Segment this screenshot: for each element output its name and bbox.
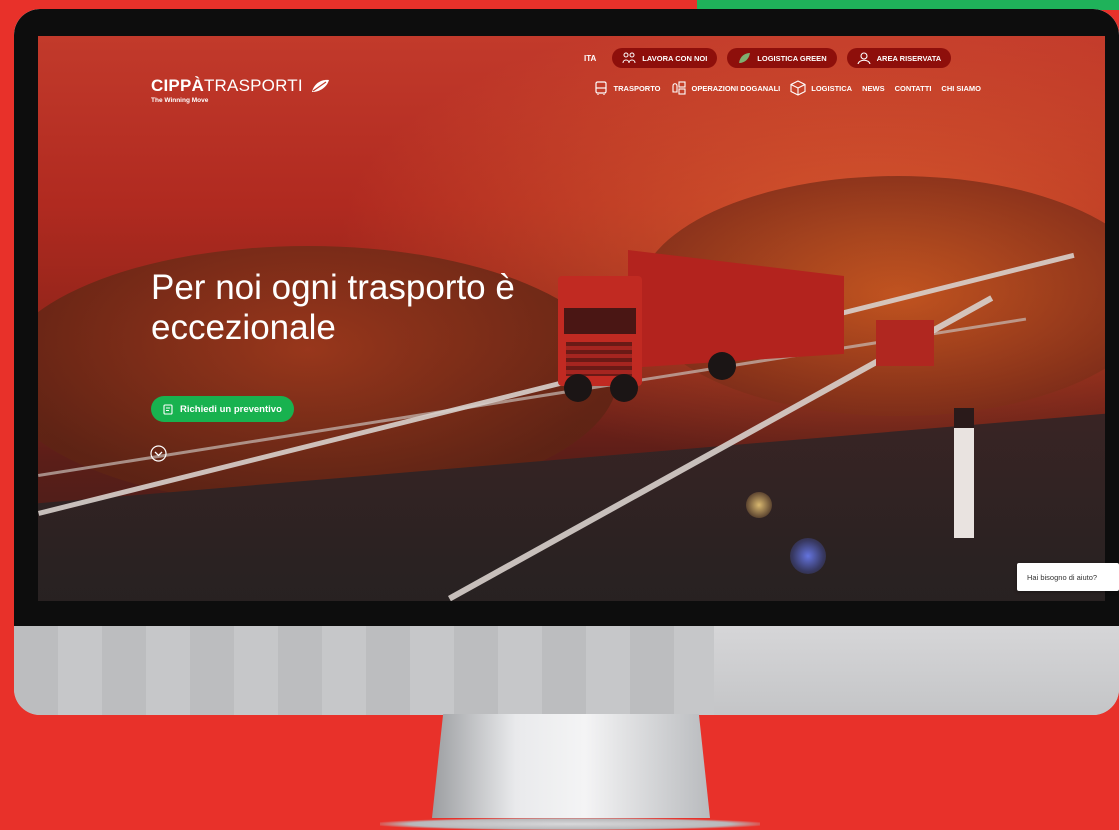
- nav-item-contatti[interactable]: CONTATTI: [895, 84, 932, 93]
- monitor-stand: [432, 714, 710, 818]
- box-icon: [790, 80, 806, 96]
- logo-brand-light: TRASPORTI: [203, 76, 303, 95]
- truck-wheel: [610, 374, 638, 402]
- work-with-us-label: LAVORA CON NOI: [642, 53, 708, 63]
- nav-label: TRASPORTO: [613, 83, 661, 93]
- nav-item-logistica[interactable]: LOGISTICA: [790, 80, 852, 96]
- hero-headline-line: eccezionale: [151, 308, 336, 347]
- green-logistics-label: LOGISTICA GREEN: [757, 53, 827, 63]
- green-logistics-button[interactable]: LOGISTICA GREEN: [727, 48, 837, 68]
- user-icon: [857, 52, 871, 64]
- nav-item-operazioni-doganali[interactable]: OPERAZIONI DOGANALI: [671, 80, 781, 96]
- truck-icon: [594, 81, 607, 95]
- monitor-chin-right: [714, 626, 1119, 715]
- truck-wheel: [564, 374, 592, 402]
- nav-item-trasporto[interactable]: TRASPORTO: [593, 80, 661, 96]
- nav-label: NEWS: [862, 83, 885, 93]
- stand-shadow: [380, 818, 760, 830]
- road-post-reflector: [954, 408, 974, 428]
- reserved-area-button[interactable]: AREA RISERVATA: [846, 48, 952, 68]
- request-quote-button[interactable]: Richiedi un preventivo: [151, 396, 294, 422]
- lens-flare: [746, 492, 772, 518]
- people-icon: [622, 52, 636, 64]
- distant-truck: [876, 320, 934, 366]
- form-icon: [163, 403, 173, 415]
- nav-label: CHI SIAMO: [941, 83, 981, 93]
- hero-headline-line: Per noi ogni trasporto è: [151, 268, 515, 307]
- nav-label: CONTATTI: [894, 83, 932, 93]
- utility-bar: ITA LAVORA CON NOI LOGISTICA GREEN AREA …: [584, 47, 952, 69]
- nav-label: LOGISTICA: [811, 83, 853, 93]
- main-navigation: TRASPORTO OPERAZIONI DOGANALI LOGISTICA …: [593, 76, 981, 100]
- work-with-us-button[interactable]: LAVORA CON NOI: [612, 48, 718, 68]
- hero-headline: Per noi ogni trasporto è eccezionale: [151, 268, 671, 348]
- website-screen: CIPPÀTRASPORTI The Winning Move ITA LAVO…: [38, 36, 1105, 601]
- leaf-icon: [739, 53, 751, 63]
- site-logo[interactable]: CIPPÀTRASPORTI The Winning Move: [151, 76, 330, 104]
- logo-brand-bold: CIPPÀ: [151, 76, 204, 95]
- help-chat-label: Hai bisogno di aiuto?: [1027, 572, 1098, 582]
- nav-item-news[interactable]: NEWS: [862, 84, 885, 93]
- lens-flare: [790, 538, 826, 574]
- logo-tagline: The Winning Move: [151, 97, 209, 104]
- request-quote-label: Richiedi un preventivo: [180, 403, 282, 415]
- nav-label: OPERAZIONI DOGANALI: [691, 83, 781, 93]
- nav-item-chi-siamo[interactable]: CHI SIAMO: [941, 84, 981, 93]
- help-chat-widget[interactable]: Hai bisogno di aiuto?: [1017, 563, 1119, 591]
- language-selector[interactable]: ITA: [584, 54, 596, 63]
- reserved-area-label: AREA RISERVATA: [876, 53, 942, 63]
- customs-icon: [671, 81, 686, 95]
- leaf-logo-icon: [311, 79, 329, 92]
- truck-wheel: [708, 352, 736, 380]
- chevron-down-circle-icon[interactable]: [150, 445, 167, 462]
